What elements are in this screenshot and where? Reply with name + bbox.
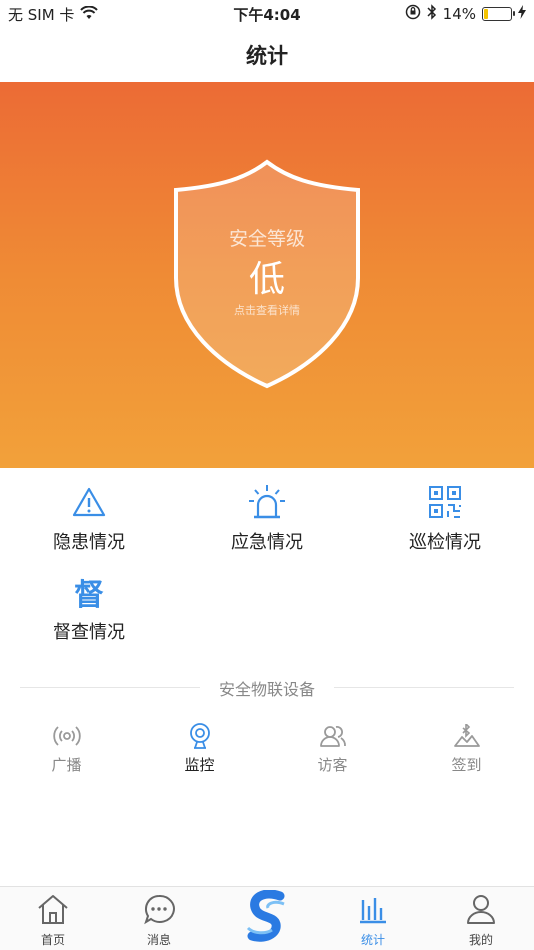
warning-triangle-icon	[0, 482, 178, 522]
device-broadcast-label: 广播	[51, 756, 82, 774]
bluetooth-checkin-icon	[400, 720, 533, 752]
supervise-glyph: 督	[74, 578, 104, 613]
section-title: 安全物联设备	[218, 680, 315, 699]
supervision-label: 督查情况	[53, 622, 125, 643]
battery-icon	[482, 7, 515, 21]
emergency-label: 应急情况	[231, 532, 303, 553]
tab-profile-label: 我的	[468, 933, 493, 947]
battery-level	[484, 9, 488, 19]
page-title: 统计	[246, 44, 288, 68]
tab-profile[interactable]: 我的	[428, 887, 534, 950]
safety-level-value: 低	[248, 259, 285, 300]
hidden-danger-item[interactable]: 隐患情况	[0, 482, 178, 562]
tab-messages[interactable]: 消息	[106, 887, 212, 950]
safety-level-hint: 点击查看详情	[234, 304, 300, 317]
supervision-item[interactable]: 督 督查情况	[0, 572, 178, 652]
tab-home[interactable]: 首页	[0, 887, 106, 950]
stats-icon	[320, 887, 426, 931]
device-checkin[interactable]: 签到	[400, 720, 533, 775]
device-row: 广播 监控 访客 签到	[0, 720, 534, 780]
camera-icon	[133, 720, 266, 752]
device-checkin-label: 签到	[451, 756, 482, 774]
inspection-label: 巡检情况	[409, 532, 481, 553]
emergency-item[interactable]: 应急情况	[178, 482, 356, 562]
inspection-item[interactable]: 巡检情况	[356, 482, 534, 562]
tab-center-logo[interactable]	[214, 887, 320, 950]
supervise-glyph-icon: 督	[0, 572, 178, 613]
alarm-light-icon	[178, 482, 356, 522]
tab-statistics-label: 统计	[360, 933, 385, 947]
hidden-danger-label: 隐患情况	[53, 532, 125, 553]
qr-code-icon	[356, 482, 534, 522]
battery-percent: 14%	[442, 5, 476, 23]
section-divider: 安全物联设备	[20, 676, 514, 700]
device-visitor-label: 访客	[317, 756, 348, 774]
safety-level-label: 安全等级	[228, 228, 305, 250]
message-icon	[106, 887, 212, 931]
charging-icon	[518, 5, 526, 23]
home-icon	[0, 887, 106, 931]
device-visitor[interactable]: 访客	[266, 720, 399, 775]
logo-icon	[214, 887, 320, 947]
divider-line-right	[334, 687, 514, 688]
bluetooth-icon	[427, 4, 437, 24]
orientation-lock-icon	[405, 4, 421, 24]
tab-home-label: 首页	[40, 933, 65, 947]
safety-level-banner: 安全等级 低 点击查看详情	[0, 82, 534, 468]
safety-level-shield[interactable]: 安全等级 低 点击查看详情	[170, 158, 364, 390]
tab-bar: 首页 消息 统计 我的	[0, 886, 534, 950]
visitor-icon	[266, 720, 399, 752]
navigation-bar: 统计	[0, 28, 534, 82]
device-monitor-label: 监控	[184, 756, 215, 774]
status-right: 14%	[405, 4, 526, 24]
device-monitor[interactable]: 监控	[133, 720, 266, 775]
status-bar: 无 SIM 卡 下午4:04 14%	[0, 0, 534, 28]
broadcast-icon	[0, 720, 133, 752]
device-broadcast[interactable]: 广播	[0, 720, 133, 775]
user-icon	[428, 887, 534, 931]
tab-messages-label: 消息	[146, 933, 171, 947]
tab-statistics[interactable]: 统计	[320, 887, 426, 950]
